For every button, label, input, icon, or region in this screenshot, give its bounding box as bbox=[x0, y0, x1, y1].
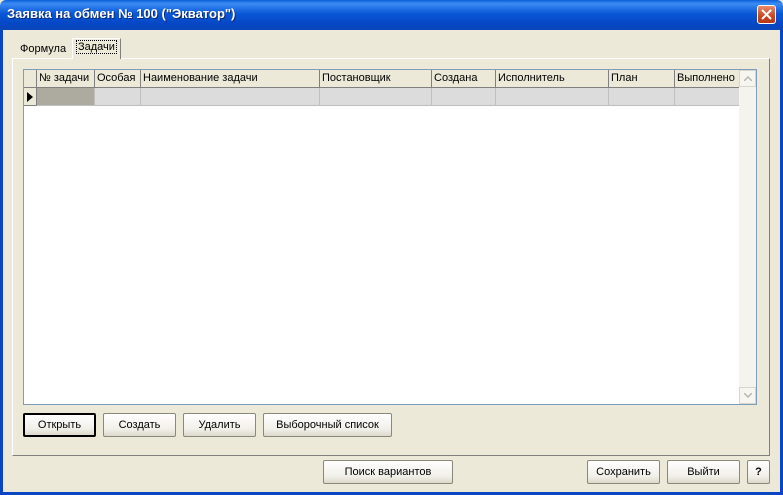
open-button[interactable]: Открыть bbox=[23, 413, 96, 437]
cell-task-number[interactable] bbox=[37, 88, 95, 106]
scroll-up-button[interactable] bbox=[739, 70, 756, 87]
cell-task-name[interactable] bbox=[141, 88, 320, 106]
tab-formula[interactable]: Формула bbox=[16, 41, 70, 59]
row-indicator[interactable] bbox=[24, 88, 37, 106]
column-header-completed[interactable]: Выполнено bbox=[675, 70, 740, 88]
scroll-down-button[interactable] bbox=[739, 387, 756, 404]
search-variants-button[interactable]: Поиск вариантов bbox=[323, 460, 453, 484]
grid-header: № задачи Особая Наименование задачи Пост… bbox=[24, 70, 740, 88]
help-button[interactable]: ? bbox=[747, 460, 770, 484]
close-button[interactable] bbox=[757, 5, 776, 24]
window-border-left bbox=[0, 30, 3, 495]
cell-executor[interactable] bbox=[496, 88, 609, 106]
chevron-down-icon bbox=[744, 393, 752, 398]
chevron-up-icon bbox=[744, 76, 752, 81]
table-row[interactable] bbox=[24, 88, 740, 106]
column-header-special[interactable]: Особая bbox=[95, 70, 141, 88]
tab-tasks-label: Задачи bbox=[76, 40, 117, 54]
column-header-task-number[interactable]: № задачи bbox=[37, 70, 95, 88]
save-button[interactable]: Сохранить bbox=[587, 460, 660, 484]
current-row-arrow-icon bbox=[27, 92, 33, 102]
vertical-scrollbar[interactable] bbox=[739, 70, 756, 404]
delete-button[interactable]: Удалить bbox=[183, 413, 256, 437]
tasks-grid[interactable]: № задачи Особая Наименование задачи Пост… bbox=[23, 69, 757, 405]
cell-plan[interactable] bbox=[609, 88, 675, 106]
column-header-executor[interactable]: Исполнитель bbox=[496, 70, 609, 88]
cell-completed[interactable] bbox=[675, 88, 740, 106]
exit-button[interactable]: Выйти bbox=[667, 460, 740, 484]
selective-list-button[interactable]: Выборочный список bbox=[263, 413, 392, 437]
column-header-setter[interactable]: Постановщик bbox=[320, 70, 432, 88]
tab-tasks[interactable]: Задачи bbox=[72, 38, 121, 59]
column-header-task-name[interactable]: Наименование задачи bbox=[141, 70, 320, 88]
cell-special[interactable] bbox=[95, 88, 141, 106]
column-header-created[interactable]: Создана bbox=[432, 70, 496, 88]
title-bar[interactable]: Заявка на обмен № 100 ("Экватор") bbox=[0, 0, 783, 30]
header-corner bbox=[24, 70, 37, 88]
cell-created[interactable] bbox=[432, 88, 496, 106]
column-header-plan[interactable]: План bbox=[609, 70, 675, 88]
close-icon bbox=[761, 9, 772, 20]
create-button[interactable]: Создать bbox=[103, 413, 176, 437]
cell-setter[interactable] bbox=[320, 88, 432, 106]
window-title: Заявка на обмен № 100 ("Экватор") bbox=[7, 6, 236, 21]
